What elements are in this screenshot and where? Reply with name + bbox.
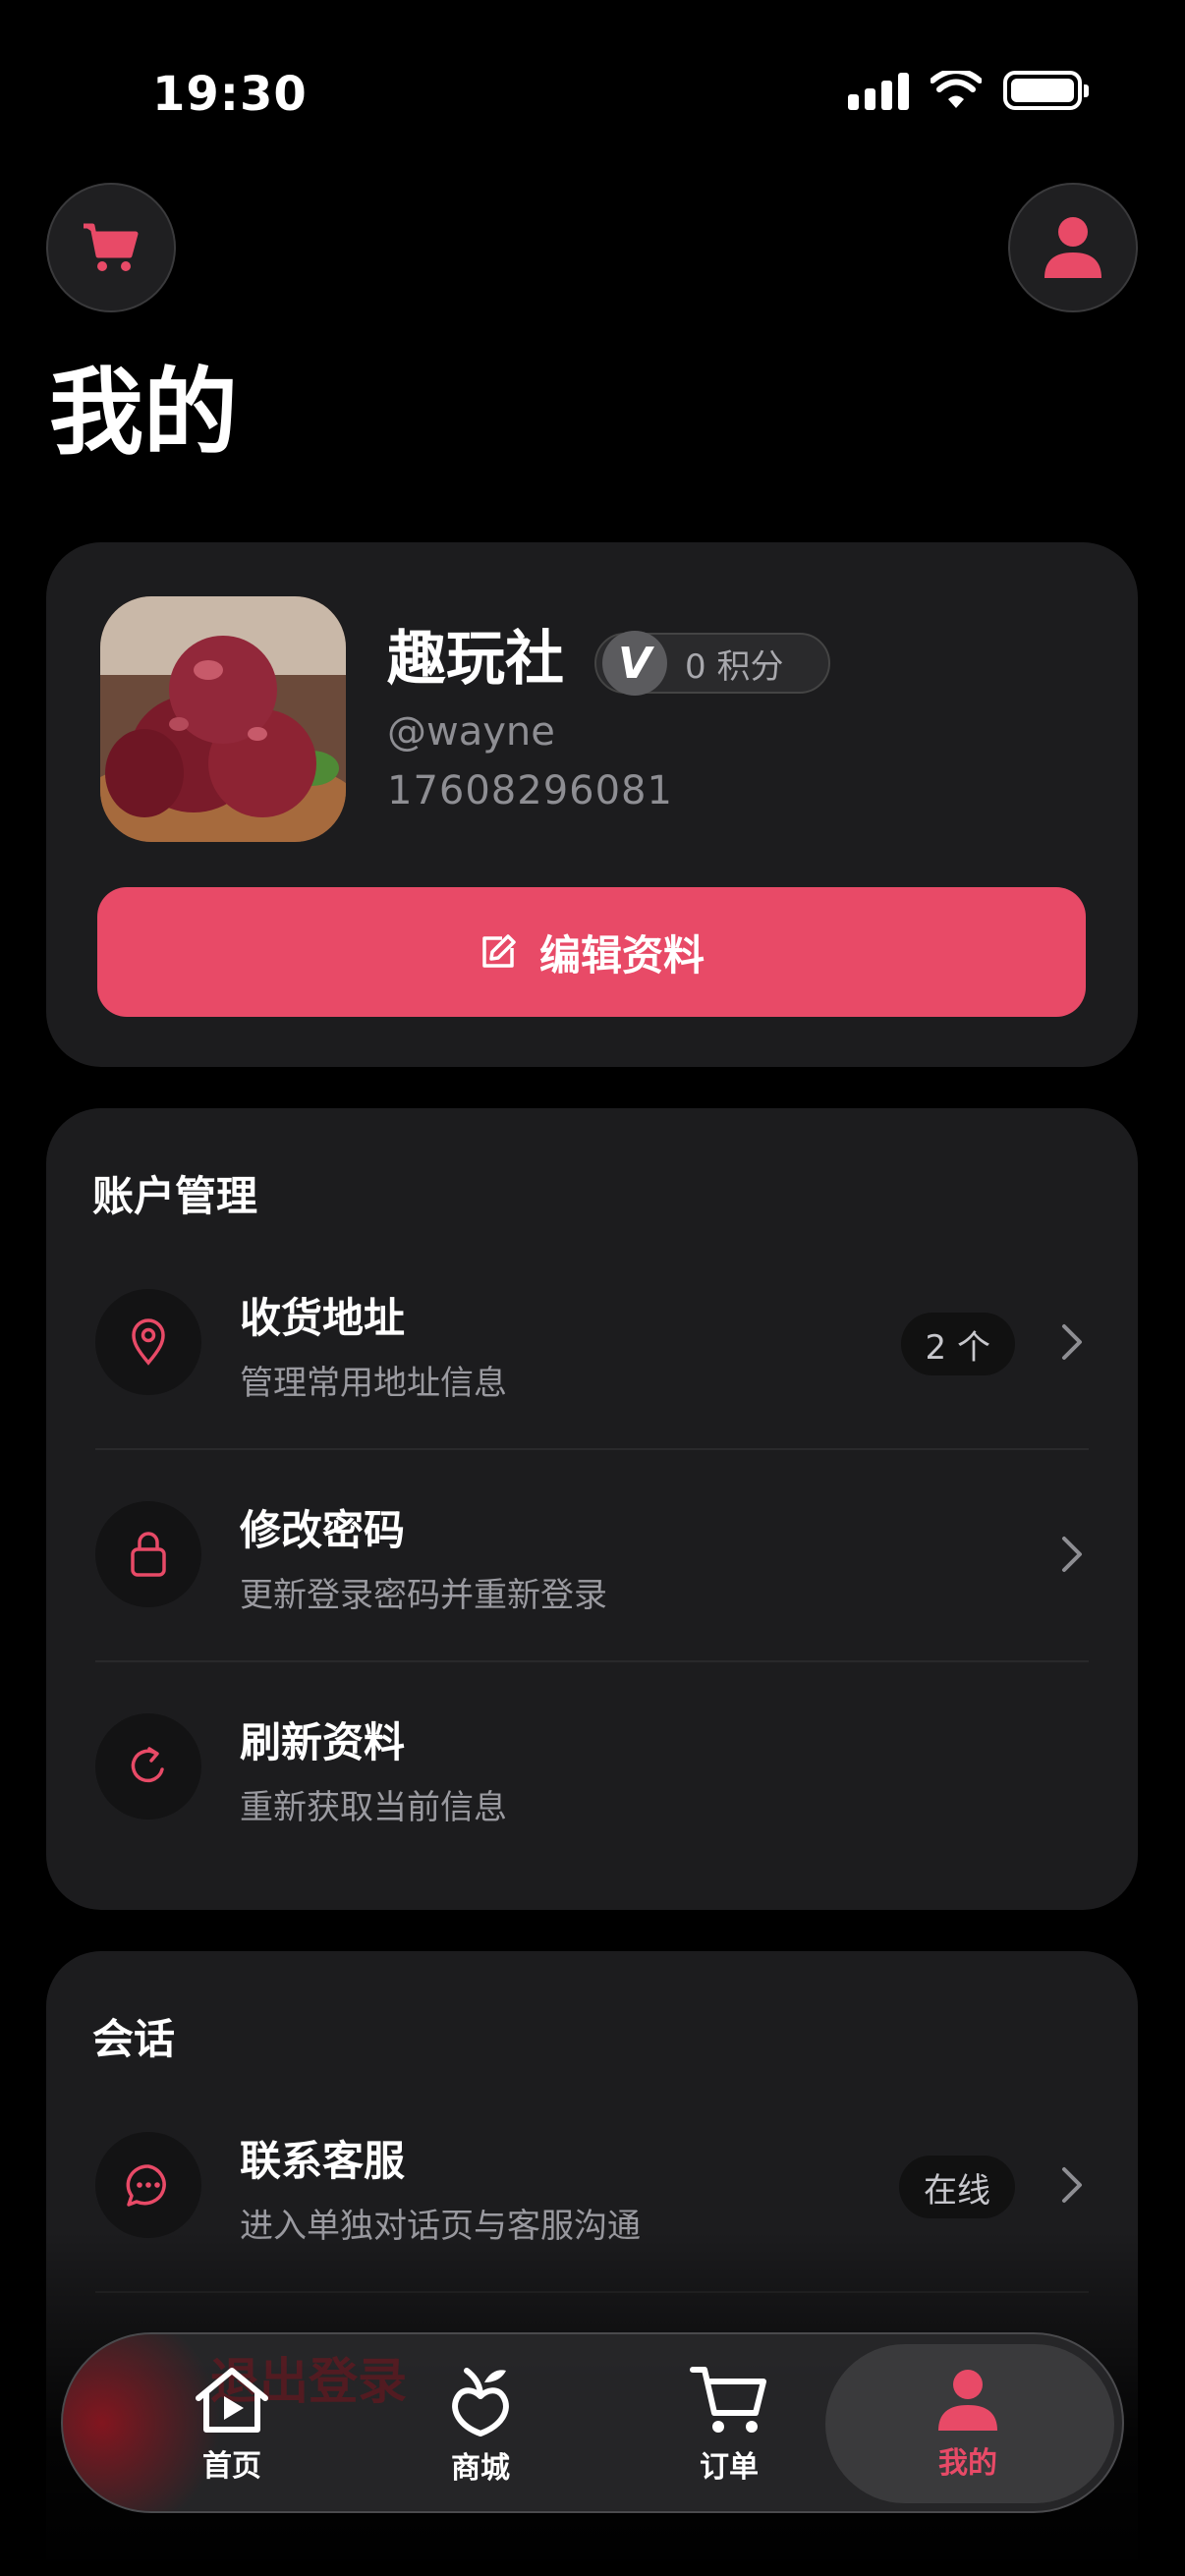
- cellular-signal-icon: [848, 71, 909, 110]
- address-count-badge: 2 个: [900, 1313, 1015, 1375]
- edit-profile-button[interactable]: 编辑资料: [97, 887, 1086, 1017]
- tab-bar: 退出登录 首页 商城 订单 我的: [61, 2332, 1124, 2513]
- location-pin-icon: [132, 1318, 165, 1366]
- tab-home[interactable]: 首页: [114, 2334, 350, 2511]
- menu-item-label: 刷新资料: [240, 1718, 406, 1766]
- tab-mall[interactable]: 商城: [363, 2334, 598, 2511]
- refresh-icon: [131, 1747, 164, 1783]
- points-badge[interactable]: V 0 积分: [594, 631, 830, 696]
- menu-item-sub: 管理常用地址信息: [240, 1364, 507, 1403]
- profile-name: 趣玩社: [387, 625, 564, 694]
- cart-button[interactable]: [46, 183, 176, 312]
- user-icon: [1044, 217, 1101, 278]
- vip-badge: V: [602, 631, 667, 696]
- menu-item-sub: 更新登录密码并重新登录: [240, 1576, 607, 1615]
- avatar-image: [100, 596, 346, 842]
- tab-label: 我的: [938, 2446, 997, 2481]
- tab-mine[interactable]: 我的: [850, 2334, 1086, 2511]
- menu-item-sub: 重新获取当前信息: [240, 1788, 507, 1827]
- fruit-icon: [452, 2368, 509, 2436]
- profile-button[interactable]: [1008, 183, 1138, 312]
- profile-handle: @wayne: [387, 709, 555, 755]
- chevron-right-icon: [1062, 1324, 1082, 1360]
- profile-card: 趣玩社 V 0 积分 @wayne 17608296081 编辑资料: [46, 542, 1138, 1067]
- menu-item-label: 修改密码: [240, 1506, 406, 1554]
- page-title: 我的: [49, 358, 238, 468]
- status-time: 19:30: [152, 67, 308, 122]
- chat-bubble-icon: [126, 2164, 166, 2207]
- account-card: 账户管理 收货地址 管理常用地址信息 2 个 修改密码 更新登录密码并重新登录: [46, 1108, 1138, 1910]
- menu-item-refresh[interactable]: 刷新资料 重新获取当前信息: [46, 1660, 1138, 1873]
- menu-item-password[interactable]: 修改密码 更新登录密码并重新登录: [46, 1448, 1138, 1660]
- tab-orders[interactable]: 订单: [611, 2334, 847, 2511]
- lock-icon: [131, 1532, 166, 1577]
- cart-icon: [84, 223, 139, 271]
- wifi-icon: [931, 71, 982, 108]
- profile-phone: 17608296081: [387, 768, 673, 813]
- menu-item-label: 收货地址: [240, 1294, 406, 1342]
- edit-icon: [482, 934, 516, 968]
- cart-icon: [690, 2367, 766, 2433]
- section-title-account: 账户管理: [92, 1172, 258, 1220]
- chevron-right-icon: [1062, 1537, 1082, 1572]
- tab-label: 商城: [451, 2451, 510, 2486]
- battery-icon: [1003, 71, 1089, 110]
- chevron-right-icon: [1062, 2167, 1082, 2203]
- menu-item-label: 联系客服: [240, 2137, 406, 2185]
- menu-item-address[interactable]: 收货地址 管理常用地址信息 2 个: [46, 1236, 1138, 1448]
- tab-label: 首页: [202, 2449, 261, 2484]
- avatar[interactable]: [100, 596, 346, 842]
- points-text: 0 积分: [685, 646, 784, 687]
- tab-label: 订单: [700, 2450, 759, 2485]
- online-status-badge: 在线: [899, 2156, 1015, 2218]
- section-title-session: 会话: [92, 2015, 176, 2063]
- edit-profile-label: 编辑资料: [538, 930, 705, 980]
- home-play-icon: [196, 2368, 268, 2433]
- user-icon: [938, 2370, 997, 2431]
